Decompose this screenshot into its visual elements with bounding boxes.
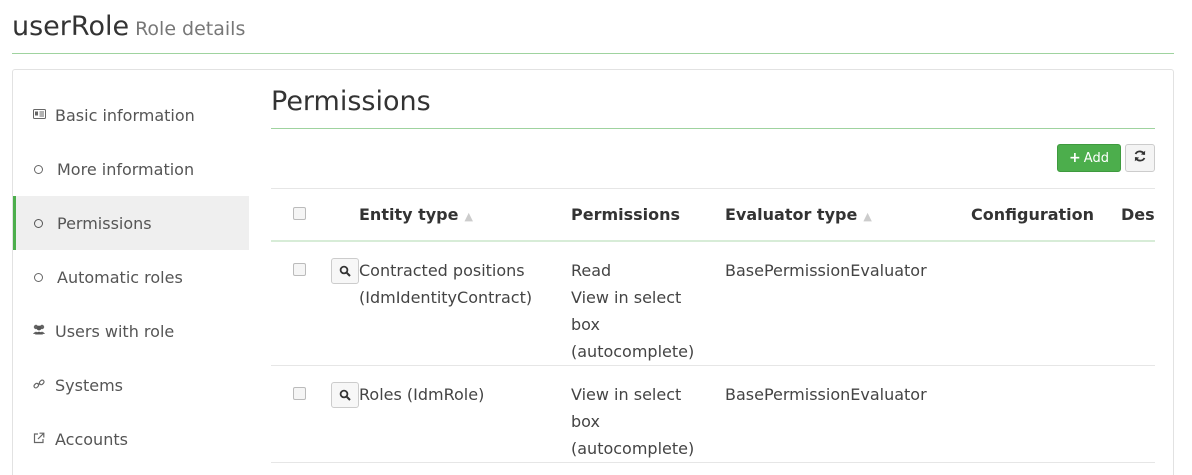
sidebar-item-automatic-roles[interactable]: Automatic roles xyxy=(13,250,249,304)
select-all-checkbox[interactable] xyxy=(293,207,306,220)
column-header-configuration: Configuration xyxy=(971,189,1121,242)
plus-icon: + xyxy=(1069,150,1081,166)
id-card-icon xyxy=(31,108,47,122)
table-toolbar: + Add xyxy=(271,129,1155,189)
column-header-description: Des xyxy=(1121,189,1155,242)
sidebar-item-accounts[interactable]: Accounts xyxy=(13,412,249,466)
evaluator-type-cell: BasePermissionEvaluator xyxy=(725,365,971,463)
entity-type-cell: Contracted positions (IdmIdentityContrac… xyxy=(359,241,571,366)
permissions-cell: View in select box (autocomplete) xyxy=(571,365,725,463)
row-checkbox[interactable] xyxy=(293,263,306,276)
evaluator-type-cell: BasePermissionEvaluator xyxy=(725,241,971,366)
circle-icon xyxy=(34,218,43,228)
sort-icon: ▲︎ xyxy=(464,210,473,223)
configuration-cell xyxy=(971,365,1121,463)
circle-icon xyxy=(34,272,43,282)
sidebar-item-label: Users with role xyxy=(55,321,175,341)
sidebar-item-label: More information xyxy=(57,159,195,179)
sidebar-item-label: Basic information xyxy=(55,105,195,125)
refresh-icon xyxy=(1133,149,1147,167)
sidebar-item-systems[interactable]: Systems xyxy=(13,358,249,412)
external-link-icon xyxy=(31,432,47,447)
page-header: userRole Role details xyxy=(12,8,1174,54)
permissions-content: Permissions + Add Entity type ▲︎ Permiss… xyxy=(271,70,1155,475)
refresh-button[interactable] xyxy=(1125,144,1155,172)
configuration-cell xyxy=(971,241,1121,366)
column-header-permissions: Permissions xyxy=(571,189,725,242)
detail-button[interactable] xyxy=(331,258,359,284)
users-icon xyxy=(31,324,47,338)
sidebar-item-label: Permissions xyxy=(57,213,152,233)
permissions-table: Entity type ▲︎ Permissions Evaluator type… xyxy=(271,189,1155,463)
row-checkbox[interactable] xyxy=(293,387,306,400)
page-subtitle: Role details xyxy=(135,18,246,40)
select-all-cell xyxy=(271,189,319,242)
column-header-evaluator-type[interactable]: Evaluator type ▲︎ xyxy=(725,189,971,242)
add-button[interactable]: + Add xyxy=(1057,144,1121,172)
sidebar-item-basic-information[interactable]: Basic information xyxy=(13,88,249,142)
search-icon xyxy=(339,258,351,285)
column-header-entity-type[interactable]: Entity type ▲︎ xyxy=(359,189,571,242)
table-row: Contracted positions (IdmIdentityContrac… xyxy=(271,241,1155,366)
circle-icon xyxy=(34,164,43,174)
table-row: Roles (IdmRole) View in select box (auto… xyxy=(271,365,1155,463)
sidebar-item-users-with-role[interactable]: Users with role xyxy=(13,304,249,358)
sidebar-item-label: Accounts xyxy=(55,429,128,449)
permissions-cell: Read View in select box (autocomplete) xyxy=(571,241,725,366)
section-title: Permissions xyxy=(271,86,1155,129)
role-detail-panel: Basic information More information Permi… xyxy=(12,69,1174,475)
detail-button[interactable] xyxy=(331,382,359,408)
table-header-row: Entity type ▲︎ Permissions Evaluator type… xyxy=(271,189,1155,242)
page-title: userRole xyxy=(12,11,130,42)
sidebar-item-label: Systems xyxy=(55,375,123,395)
link-icon xyxy=(31,378,47,393)
sidebar-item-permissions[interactable]: Permissions xyxy=(13,196,249,250)
search-icon xyxy=(339,382,351,409)
add-button-label: Add xyxy=(1083,150,1109,166)
sidebar: Basic information More information Permi… xyxy=(13,88,249,466)
entity-type-cell: Roles (IdmRole) xyxy=(359,365,571,463)
sort-icon: ▲︎ xyxy=(863,210,872,223)
sidebar-item-label: Automatic roles xyxy=(57,267,183,287)
sidebar-item-more-information[interactable]: More information xyxy=(13,142,249,196)
